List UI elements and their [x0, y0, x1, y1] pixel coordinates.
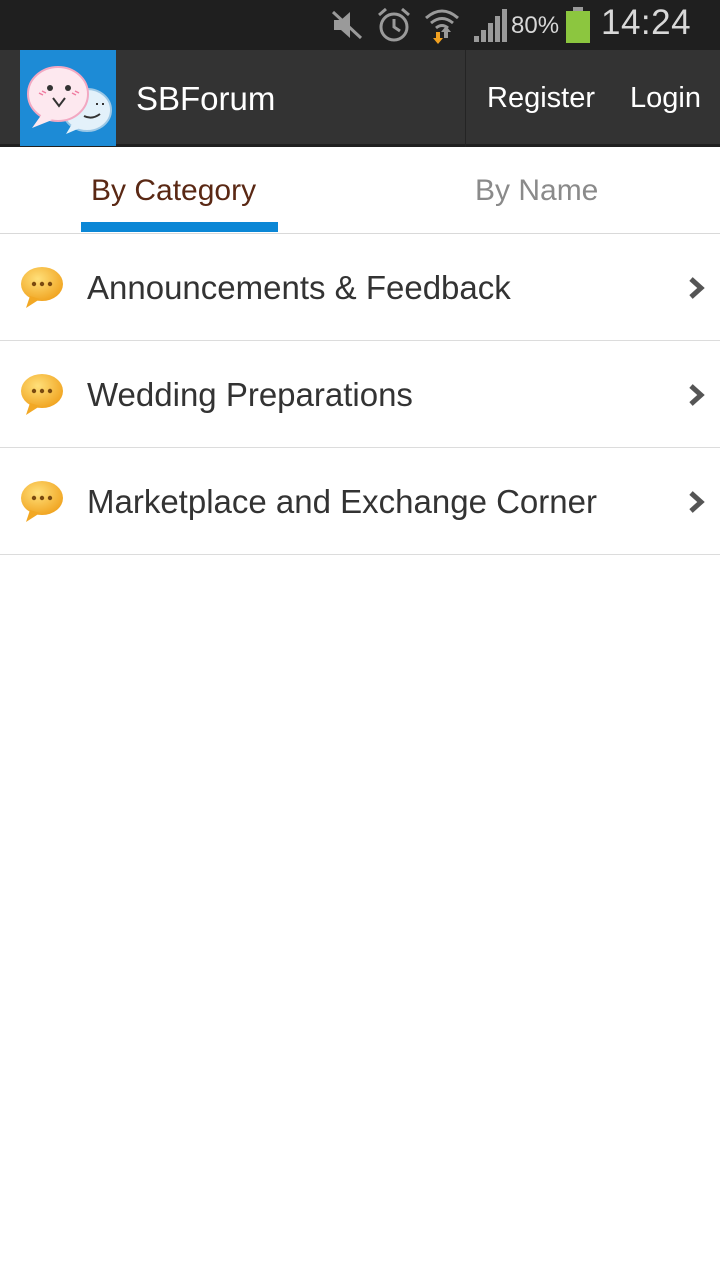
battery-percent: 80%	[511, 12, 560, 39]
speech-bubble-icon	[18, 371, 64, 417]
active-tab-indicator	[81, 222, 278, 232]
status-bar: 80% 14:24	[0, 0, 720, 50]
tab-by-name[interactable]: By Name	[460, 150, 620, 234]
chevron-right-icon	[687, 276, 707, 300]
signal-icon	[472, 6, 508, 44]
login-button[interactable]: Login	[630, 82, 701, 115]
tab-label: By Name	[475, 174, 599, 207]
list-item[interactable]: Announcements & Feedback	[0, 234, 720, 341]
category-list: Announcements & Feedback Wedding Prepara…	[0, 234, 720, 555]
chevron-right-icon	[687, 490, 707, 514]
list-item[interactable]: Wedding Preparations	[0, 341, 720, 448]
mute-icon	[330, 6, 364, 44]
category-label: Wedding Preparations	[87, 376, 413, 413]
wifi-icon	[424, 6, 460, 44]
app-logo[interactable]	[20, 50, 116, 146]
clock: 14:24	[601, 3, 692, 42]
chat-faces-logo-icon	[27, 66, 112, 134]
alarm-icon	[376, 6, 412, 44]
action-bar: SBForum Register Login	[0, 50, 720, 147]
chevron-right-icon	[687, 383, 707, 407]
category-label: Announcements & Feedback	[87, 269, 511, 306]
register-button[interactable]: Register	[487, 82, 595, 115]
speech-bubble-icon	[18, 478, 64, 524]
tab-bar: By Category By Name	[0, 150, 720, 234]
speech-bubble-icon	[18, 264, 64, 310]
app-title: SBForum	[136, 80, 276, 117]
category-label: Marketplace and Exchange Corner	[87, 483, 597, 520]
tab-label: By Category	[91, 174, 257, 207]
list-item[interactable]: Marketplace and Exchange Corner	[0, 448, 720, 555]
action-bar-divider	[465, 50, 466, 147]
tab-by-category[interactable]: By Category	[81, 150, 278, 234]
battery-icon	[565, 6, 591, 44]
